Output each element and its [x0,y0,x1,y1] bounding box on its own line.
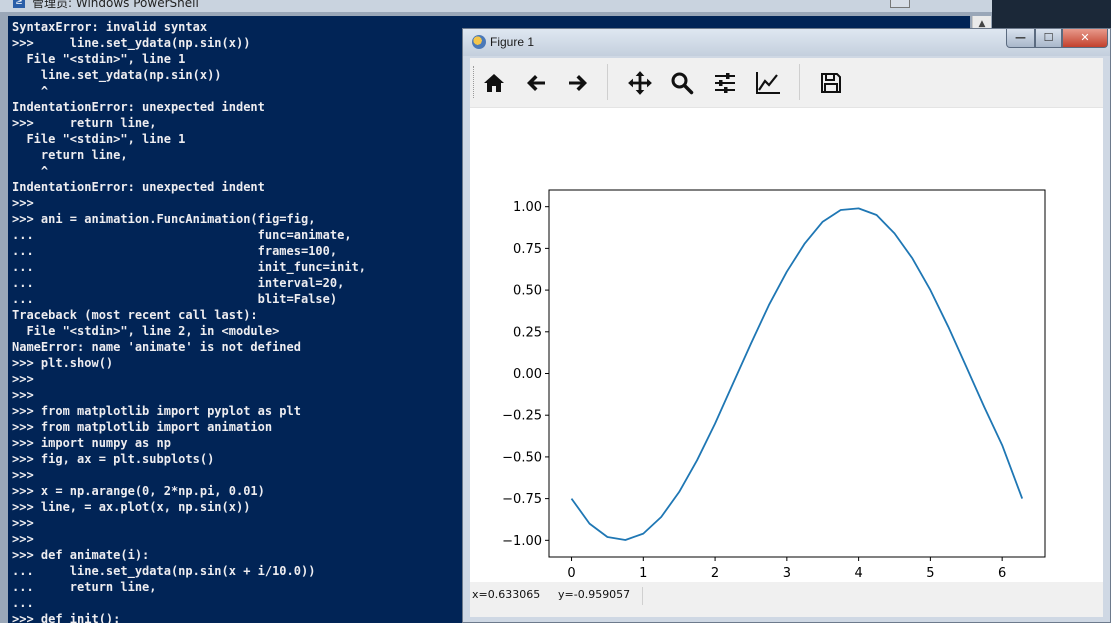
x-tick-label: 1 [639,566,647,581]
x-tick-label: 2 [711,566,719,581]
console-line: ... blit=False) [12,292,338,306]
console-line: NameError: name 'animate' is not defined [12,340,301,354]
console-line: ... init_func=init, [12,260,367,274]
x-tick-label: 0 [567,566,575,581]
sine-series-line [570,207,1024,541]
console-line: >>> from matplotlib import pyplot as plt [12,404,301,418]
status-bar: x=0.633065 y=-0.959057 [470,582,1103,617]
console-line: >>> [12,372,34,386]
configure-subplots-button[interactable] [709,67,741,99]
console-line: >>> return line, [12,116,157,130]
navigation-toolbar [470,58,1103,108]
forward-arrow-icon [569,75,587,91]
console-line: SyntaxError: invalid syntax [12,20,208,34]
console-line: >>> def init(): [12,612,121,623]
console-line: >>> fig, ax = plt.subplots() [12,452,215,466]
console-line: >>> plt.show() [12,356,114,370]
console-line: IndentationError: unexpected indent [12,180,265,194]
console-line: return line, [12,148,128,162]
figure-titlebar[interactable]: Figure 1 — ☐ ✕ [463,29,1110,56]
zoom-button[interactable] [666,67,698,99]
powershell-minimize-button[interactable] [890,0,910,8]
minimize-button[interactable]: — [1006,29,1035,48]
home-button[interactable] [478,67,510,99]
pan-icon [628,71,652,95]
configure-subplots-icon [715,73,735,93]
console-line: ... [12,596,34,610]
y-tick-label: 0.00 [513,367,542,382]
save-button[interactable] [815,67,847,99]
close-button[interactable]: ✕ [1062,29,1108,48]
y-tick-label: −0.50 [502,450,542,465]
console-line: >>> [12,532,34,546]
edit-axis-icon [756,72,780,94]
forward-button[interactable] [562,67,594,99]
powershell-icon: ≥ [13,0,25,8]
console-line: ... frames=100, [12,244,338,258]
console-line: ^ [12,84,49,98]
y-tick-label: 0.25 [513,325,542,340]
console-line: IndentationError: unexpected indent [12,100,265,114]
console-line: Traceback (most recent call last): [12,308,258,322]
pan-button[interactable] [624,67,656,99]
matplotlib-icon [472,35,486,49]
console-line: >>> [12,516,34,530]
y-tick-label: 0.50 [513,284,542,299]
console-line: >>> [12,468,34,482]
plot-canvas[interactable]: 0 1 2 3 4 5 6 1.00 0.75 0.50 0.25 0.00 −0.25 −0.50 −0.… [470,108,1103,582]
console-line: >>> line, = ax.plot(x, np.sin(x)) [12,500,251,514]
x-tick-label: 5 [926,566,934,581]
axes-frame [548,189,1046,558]
powershell-titlebar[interactable]: ≥ 管理员: Windows PowerShell [0,0,992,12]
figure-title: Figure 1 [490,35,535,49]
figure-window: Figure 1 — ☐ ✕ 0 1 2 3 4 5 6 1.00 0.75 0… [462,28,1111,623]
x-tick-label: 3 [783,566,791,581]
console-line: File "<stdin>", line 1 [12,52,186,66]
console-line: ^ [12,164,49,178]
save-icon [821,73,841,93]
console-line: >>> [12,388,34,402]
console-line: >>> def animate(i): [12,548,150,562]
y-tick-label: −0.25 [502,409,542,424]
console-line: File "<stdin>", line 2, in <module> [12,324,280,338]
back-button[interactable] [520,67,552,99]
y-tick-label: 1.00 [513,200,542,215]
home-icon [484,74,504,92]
zoom-icon [671,72,694,95]
console-line: >>> import numpy as np [12,436,171,450]
console-line: ... return line, [12,580,157,594]
console-line: ... func=animate, [12,228,352,242]
powershell-title: 管理员: Windows PowerShell [32,0,199,10]
toolbar-grip[interactable] [473,66,476,98]
console-line: >>> [12,196,34,210]
toolbar-separator [607,64,608,100]
figure-client-area: 0 1 2 3 4 5 6 1.00 0.75 0.50 0.25 0.00 −0.25 −0.50 −0.… [470,58,1103,617]
console-line: >>> from matplotlib import animation [12,420,273,434]
console-output: SyntaxError: invalid syntax >>> line.set_… [12,19,366,623]
toolbar-separator [799,64,800,100]
console-line: ... interval=20, [12,276,345,290]
console-line: >>> ani = animation.FuncAnimation(fig=fi… [12,212,316,226]
cursor-y-readout: y=-0.959057 [558,588,631,601]
y-tick-label: −0.75 [502,492,542,507]
console-line: ... line.set_ydata(np.sin(x + i/10.0)) [12,564,316,578]
console-line: >>> x = np.arange(0, 2*np.pi, 0.01) [12,484,265,498]
cursor-x-readout: x=0.633065 [472,588,541,601]
console-line: File "<stdin>", line 1 [12,132,186,146]
maximize-button[interactable]: ☐ [1035,29,1062,48]
y-tick-label: −1.00 [502,534,542,549]
console-line: line.set_ydata(np.sin(x)) [12,68,222,82]
x-tick-label: 6 [998,566,1006,581]
x-tick-label: 4 [854,566,862,581]
back-arrow-icon [527,75,545,91]
line-chart[interactable]: 0 1 2 3 4 5 6 1.00 0.75 0.50 0.25 0.00 −0.25 −0.50 −0.… [470,108,1103,582]
edit-axis-button[interactable] [752,67,784,99]
console-line: >>> line.set_ydata(np.sin(x)) [12,36,251,50]
y-tick-label: 0.75 [513,242,542,257]
